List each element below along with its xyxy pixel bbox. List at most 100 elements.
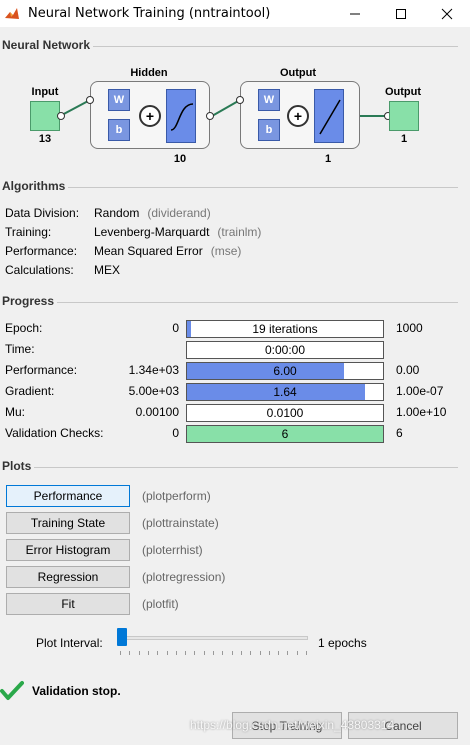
- progress-min: 5.00e+03: [128, 384, 179, 398]
- hidden-transfer-function: [166, 89, 196, 143]
- hidden-sum: +: [139, 105, 161, 127]
- slider-tick: [240, 651, 242, 655]
- output-bias: b: [258, 119, 280, 141]
- output-label: Output: [384, 86, 422, 98]
- slider-tick: [203, 651, 205, 655]
- algo-hint: (trainlm): [217, 225, 262, 239]
- progress-min: 0: [172, 321, 179, 335]
- progress-row-validation-checks: Validation Checks: 0 6 6: [5, 425, 455, 443]
- plot-hint: (plotperform): [142, 489, 211, 503]
- progress-label: Gradient:: [5, 384, 55, 398]
- linear-icon: [319, 99, 341, 135]
- hidden-in-node: [86, 96, 94, 104]
- checkmark-icon: [0, 679, 24, 703]
- slider-tick: [157, 651, 159, 655]
- progress-max: 1.00e-07: [396, 384, 444, 398]
- progress-bar: 0.0100: [186, 404, 384, 422]
- hidden-bias: b: [108, 119, 130, 141]
- performance-plot-button[interactable]: Performance: [6, 485, 130, 507]
- progress-bar: 0:00:00: [186, 341, 384, 359]
- fit-plot-button[interactable]: Fit: [6, 593, 130, 615]
- plot-hint: (plotregression): [142, 570, 226, 584]
- progress-value: 6.00: [273, 364, 297, 378]
- slider-tick: [166, 651, 168, 655]
- hidden-size: 10: [173, 153, 187, 165]
- hidden-out-node: [206, 112, 214, 120]
- input-node: [57, 112, 65, 120]
- progress-value: 1.64: [273, 385, 297, 399]
- progress-value: 0.0100: [266, 406, 304, 420]
- algo-hint: (mse): [210, 244, 242, 258]
- watermark: https://blog.csdn.net/weixin_43803314: [190, 718, 395, 732]
- progress-row-time: Time: 0:00:00: [5, 341, 455, 359]
- slider-tick: [296, 651, 298, 655]
- section-title-algorithms: Algorithms: [2, 179, 69, 193]
- training-state-plot-button[interactable]: Training State: [6, 512, 130, 534]
- progress-label: Epoch:: [5, 321, 43, 335]
- output-transfer-function: [314, 89, 344, 143]
- slider-tick: [268, 651, 270, 655]
- plot-interval-slider-thumb[interactable]: [117, 628, 127, 646]
- hidden-weight: W: [108, 89, 130, 111]
- plot-interval-value: 1 epochs: [318, 636, 367, 650]
- progress-label: Performance:: [5, 363, 78, 377]
- plot-interval-slider-track[interactable]: [118, 636, 308, 640]
- progress-max: 1.00e+10: [396, 405, 447, 419]
- algo-label: Calculations:: [5, 263, 74, 277]
- input-label: Input: [31, 86, 59, 98]
- progress-bar: 6: [186, 425, 384, 443]
- slider-tick: [259, 651, 261, 655]
- plot-hint: (plotfit): [142, 597, 179, 611]
- status-text: Validation stop.: [32, 684, 121, 698]
- plot-interval-label: Plot Interval:: [36, 636, 103, 650]
- plot-hint: (plottrainstate): [142, 516, 219, 530]
- progress-max: 1000: [396, 321, 423, 335]
- progress-label: Mu:: [5, 405, 26, 419]
- section-title-plots: Plots: [2, 459, 35, 473]
- slider-tick: [222, 651, 224, 655]
- algo-hint: (dividerand): [147, 206, 211, 220]
- output-size: 1: [400, 133, 408, 145]
- algo-value: Mean Squared Error: [94, 244, 203, 258]
- output-layer-size: 1: [324, 153, 332, 165]
- error-histogram-plot-button[interactable]: Error Histogram: [6, 539, 130, 561]
- slider-tick: [194, 651, 196, 655]
- progress-min: 0.00100: [135, 405, 179, 419]
- slider-tick: [250, 651, 252, 655]
- progress-row-performance: Performance: 1.34e+03 6.00 0.00: [5, 362, 455, 380]
- progress-bar: 19 iterations: [186, 320, 384, 338]
- progress-value: 0:00:00: [264, 343, 306, 357]
- progress-row-mu: Mu: 0.00100 0.0100 1.00e+10: [5, 404, 455, 422]
- progress-bar: 1.64: [186, 383, 384, 401]
- progress-value: 6: [281, 427, 289, 441]
- algo-value: Random: [94, 206, 140, 220]
- sigmoid-icon: [170, 103, 194, 131]
- progress-max: 6: [396, 426, 403, 440]
- output-layer-label: Output: [279, 67, 317, 79]
- section-title-progress: Progress: [2, 294, 58, 308]
- output-sum: +: [287, 105, 309, 127]
- algo-label: Data Division:: [5, 206, 80, 220]
- progress-max: 0.00: [396, 363, 420, 377]
- input-block: [30, 101, 60, 131]
- progress-value: 19 iterations: [252, 322, 318, 336]
- input-size: 13: [38, 133, 52, 145]
- slider-tick: [287, 651, 289, 655]
- algo-label: Training:: [5, 225, 52, 239]
- slider-tick: [175, 651, 177, 655]
- slider-tick: [147, 651, 149, 655]
- progress-bar: 6.00: [186, 362, 384, 380]
- progress-row-gradient: Gradient: 5.00e+03 1.64 1.00e-07: [5, 383, 455, 401]
- slider-tick: [138, 651, 140, 655]
- progress-min: 0: [172, 426, 179, 440]
- slider-tick: [129, 651, 131, 655]
- regression-plot-button[interactable]: Regression: [6, 566, 130, 588]
- slider-tick: [213, 651, 214, 655]
- progress-min: 1.34e+03: [128, 363, 179, 377]
- slider-tick: [231, 651, 233, 655]
- hidden-label: Hidden: [130, 67, 168, 79]
- algo-value: Levenberg-Marquardt: [94, 225, 210, 239]
- plot-hint: (ploterrhist): [142, 543, 203, 557]
- progress-label: Time:: [5, 342, 35, 356]
- output-block: [389, 101, 419, 131]
